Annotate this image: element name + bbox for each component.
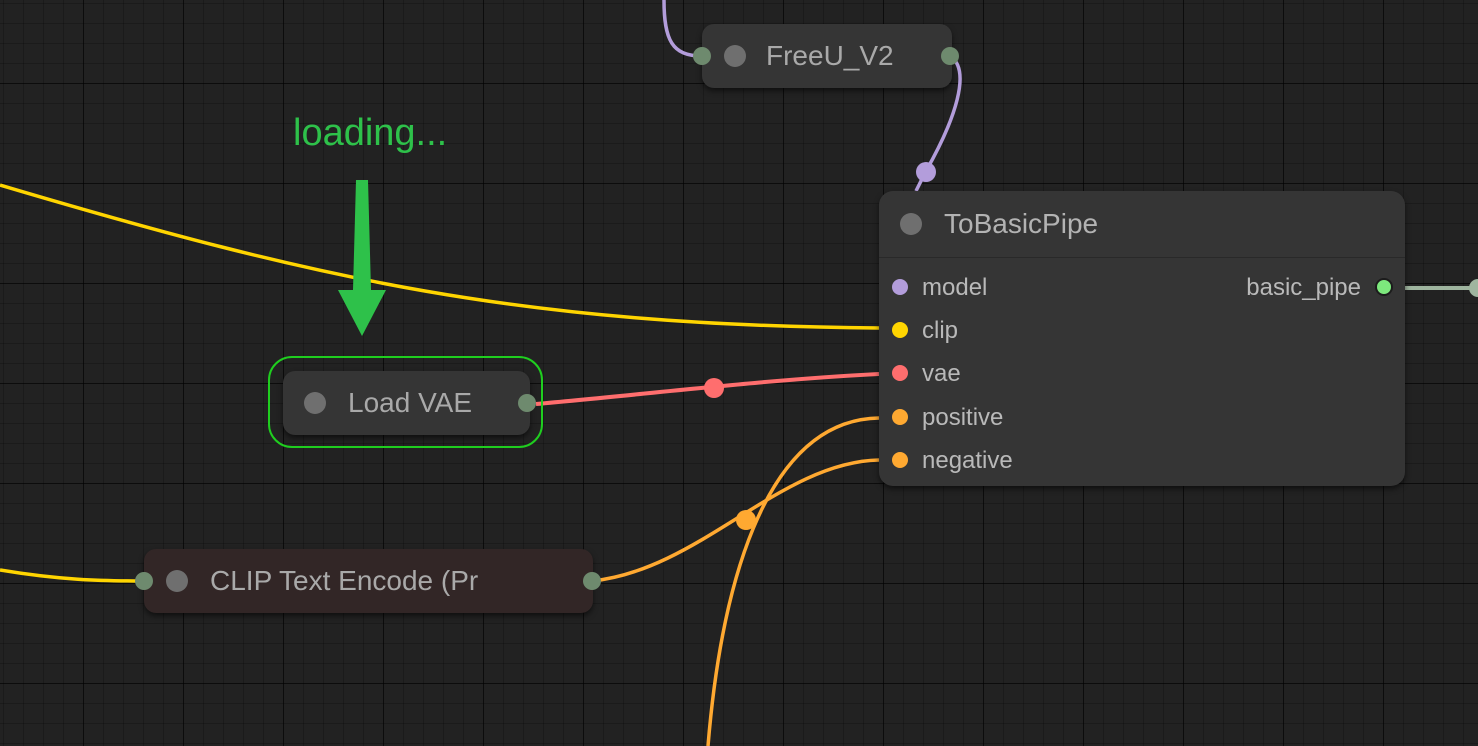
node-header[interactable]: ToBasicPipe xyxy=(879,191,1405,258)
basic-pipe-output-icon[interactable] xyxy=(1375,278,1393,296)
node-status-icon xyxy=(304,392,326,414)
input-slot-model[interactable]: model basic_pipe xyxy=(879,266,1405,309)
conditioning-output-port[interactable] xyxy=(583,572,601,590)
basic-pipe-link-end xyxy=(1469,279,1478,297)
input-slot-clip[interactable]: clip xyxy=(879,309,1405,352)
node-status-icon xyxy=(724,45,746,67)
negative-link-midpoint[interactable] xyxy=(736,510,756,530)
slot-label: positive xyxy=(922,404,1004,431)
loading-annotation: loading... xyxy=(293,112,448,154)
input-slot-negative[interactable]: negative xyxy=(879,439,1405,482)
slot-label: vae xyxy=(922,360,961,387)
clip-slot-icon[interactable] xyxy=(892,322,908,338)
vae-link-midpoint[interactable] xyxy=(704,378,724,398)
node-status-icon xyxy=(900,213,922,235)
vae-output-port[interactable] xyxy=(518,394,536,412)
node-title: CLIP Text Encode (Pr xyxy=(210,565,479,596)
clip-text-encode-node[interactable]: CLIP Text Encode (Pr xyxy=(135,549,601,613)
model-link-midpoint[interactable] xyxy=(916,162,936,182)
slot-label: clip xyxy=(922,317,959,344)
clip-input-link[interactable] xyxy=(0,568,145,583)
positive-slot-icon[interactable] xyxy=(892,409,908,425)
model-slot-icon[interactable] xyxy=(892,279,908,295)
vae-slot-icon[interactable] xyxy=(892,365,908,381)
slot-label: negative xyxy=(922,447,1013,474)
freeu-input-port[interactable] xyxy=(693,47,711,65)
node-title: FreeU_V2 xyxy=(766,40,894,71)
input-slot-positive[interactable]: positive xyxy=(879,396,1405,439)
down-arrow-icon xyxy=(338,180,386,336)
load-vae-node[interactable]: Load VAE xyxy=(283,371,536,435)
node-title: Load VAE xyxy=(348,387,473,418)
input-slot-vae[interactable]: vae xyxy=(879,352,1405,395)
node-status-icon xyxy=(166,570,188,592)
positive-link[interactable] xyxy=(706,416,880,746)
clip-link[interactable] xyxy=(0,183,880,330)
freeu-v2-node[interactable]: FreeU_V2 xyxy=(693,24,959,88)
clip-input-port[interactable] xyxy=(135,572,153,590)
node-title: ToBasicPipe xyxy=(944,208,1099,239)
to-basic-pipe-node[interactable]: ToBasicPipe model basic_pipe clip vae po… xyxy=(879,191,1405,486)
negative-slot-icon[interactable] xyxy=(892,452,908,468)
output-label: basic_pipe xyxy=(1246,274,1361,301)
freeu-output-port[interactable] xyxy=(941,47,959,65)
negative-link[interactable] xyxy=(591,458,880,583)
slot-label: model xyxy=(922,274,988,301)
